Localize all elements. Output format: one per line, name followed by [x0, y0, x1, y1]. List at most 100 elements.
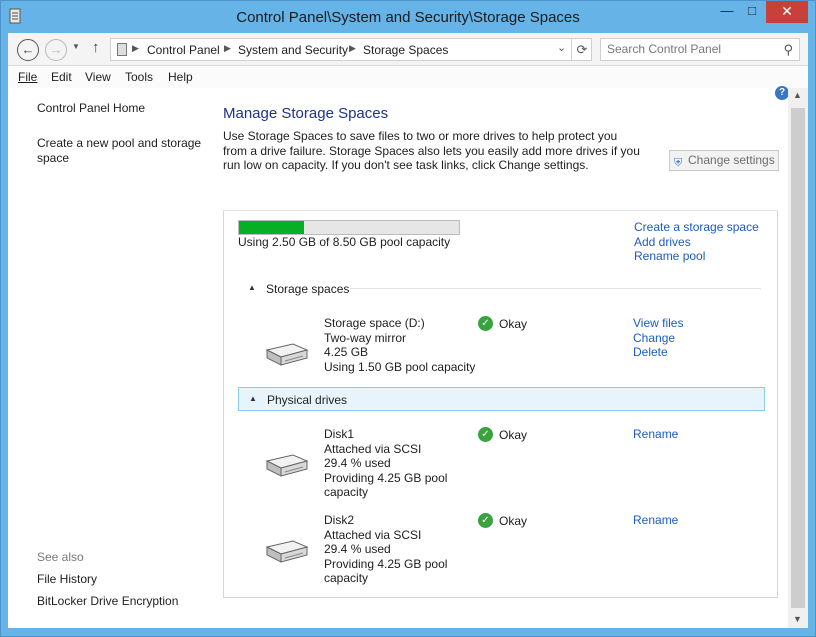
search-input[interactable] [607, 42, 775, 56]
search-box[interactable]: ⚲ [600, 38, 800, 61]
title-bar: Control Panel\System and Security\Storag… [1, 1, 815, 33]
menu-help[interactable]: Help [168, 70, 193, 84]
collapse-triangle-icon[interactable]: ▲ [249, 394, 257, 403]
status-text: Okay [499, 427, 528, 442]
disk-used: 29.4 % used [324, 456, 391, 470]
checkmark-icon: ✓ [478, 316, 493, 332]
pool-usage-text: Using 2.50 GB of 8.50 GB pool capacity [238, 235, 451, 249]
menu-tools[interactable]: Tools [125, 70, 153, 84]
hard-drive-icon [265, 343, 309, 366]
chevron-down-icon[interactable]: ⌄ [557, 41, 566, 54]
vertical-scrollbar[interactable]: ▲ ▼ [788, 88, 808, 628]
pool-capacity-progress-fill [239, 221, 304, 234]
chevron-right-icon[interactable]: ▶ [224, 43, 231, 54]
shield-icon: ⛨ [674, 157, 683, 169]
change-settings-button[interactable]: ⛨ Change settings [669, 150, 779, 171]
status-text: Okay [499, 513, 528, 528]
storage-pool-panel: Using 2.50 GB of 8.50 GB pool capacity C… [223, 210, 778, 598]
maximize-button[interactable]: □ [741, 1, 763, 23]
storage-space-type: Two-way mirror [324, 330, 407, 345]
change-link[interactable]: Change [633, 331, 683, 346]
storage-space-links: View files Change Delete [633, 316, 683, 360]
disk-status: ✓ Okay [478, 513, 528, 529]
rename-disk-link[interactable]: Rename [633, 427, 678, 442]
menu-tools-label: Tools [125, 70, 154, 84]
control-panel-small-icon [117, 43, 127, 56]
rename-pool-link[interactable]: Rename pool [634, 249, 759, 264]
back-arrow-icon[interactable]: ← [17, 39, 39, 61]
view-files-link[interactable]: View files [633, 316, 683, 331]
search-icon[interactable]: ⚲ [783, 42, 793, 58]
scroll-down-arrow-icon[interactable]: ▼ [793, 614, 802, 624]
storage-space-item[interactable]: Storage space (D:) Two-way mirror 4.25 G… [238, 316, 765, 398]
physical-drives-heading: Physical drives [267, 393, 348, 407]
status-text: Okay [499, 316, 528, 331]
collapse-triangle-icon[interactable]: ▲ [248, 283, 256, 292]
pool-capacity-progress-bar [238, 220, 460, 235]
content-area: Control Panel Home Create a new pool and… [8, 86, 808, 628]
disk-status: ✓ Okay [478, 427, 528, 443]
address-bar[interactable]: ▶ Control Panel ▶ System and Security ▶ … [110, 38, 592, 61]
scroll-up-arrow-icon[interactable]: ▲ [793, 90, 802, 100]
chevron-right-icon[interactable]: ▶ [132, 43, 139, 54]
close-button[interactable]: ✕ [766, 1, 808, 23]
hard-drive-icon [265, 540, 309, 563]
rename-disk-link[interactable]: Rename [633, 513, 678, 528]
main-pane: Manage Storage Spaces Use Storage Spaces… [208, 88, 788, 628]
disk-used: 29.4 % used [324, 542, 391, 556]
disk-details: Disk1 Attached via SCSI 29.4 % used Prov… [324, 427, 447, 500]
disk-name: Disk1 [324, 427, 355, 441]
disk-attached: Attached via SCSI [324, 527, 422, 542]
storage-spaces-section-header[interactable]: ▲ Storage spaces [238, 277, 765, 301]
add-drives-link[interactable]: Add drives [634, 235, 759, 250]
control-panel-home-link[interactable]: Control Panel Home [37, 101, 145, 116]
disk-attached: Attached via SCSI [324, 441, 422, 456]
storage-space-status: ✓ Okay [478, 316, 528, 332]
recent-locations-dropdown-icon[interactable]: ▼ [72, 42, 80, 51]
scroll-thumb[interactable] [791, 108, 805, 608]
physical-drive-item[interactable]: Disk2 Attached via SCSI 29.4 % used Prov… [238, 513, 765, 595]
bitlocker-link[interactable]: BitLocker Drive Encryption [37, 594, 178, 609]
up-arrow-icon[interactable]: ↑ [92, 39, 100, 56]
disk-name: Disk2 [324, 513, 355, 527]
disk-links: Rename [633, 513, 678, 528]
menu-file[interactable]: File [18, 70, 37, 84]
menu-view[interactable]: View [85, 70, 111, 84]
chevron-right-icon[interactable]: ▶ [349, 43, 356, 54]
window-title: Control Panel\System and Security\Storag… [236, 9, 580, 26]
menu-edit[interactable]: Edit [51, 70, 72, 84]
change-settings-label: Change settings [688, 153, 775, 167]
create-pool-link[interactable]: Create a new pool and storage space [37, 136, 202, 166]
physical-drive-item[interactable]: Disk1 Attached via SCSI 29.4 % used Prov… [238, 427, 765, 509]
storage-space-size: 4.25 GB [324, 345, 369, 359]
storage-space-usage: Using 1.50 GB pool capacity [324, 359, 476, 374]
disk-providing-cont: capacity [324, 485, 369, 499]
pool-task-links: Create a storage space Add drives Rename… [634, 220, 759, 264]
breadcrumb-control-panel[interactable]: Control Panel [147, 43, 220, 57]
menu-edit-label: Edit [51, 70, 72, 84]
breadcrumb-system-and-security[interactable]: System and Security [238, 43, 348, 57]
create-storage-space-link[interactable]: Create a storage space [634, 220, 759, 235]
disk-details: Disk2 Attached via SCSI 29.4 % used Prov… [324, 513, 447, 586]
left-pane: Control Panel Home Create a new pool and… [8, 88, 208, 628]
breadcrumb-storage-spaces[interactable]: Storage Spaces [363, 43, 448, 57]
storage-space-name: Storage space (D:) [324, 316, 425, 330]
checkmark-icon: ✓ [478, 427, 493, 443]
disk-providing: Providing 4.25 GB pool [324, 556, 448, 571]
hard-drive-icon [265, 454, 309, 477]
checkmark-icon: ✓ [478, 513, 493, 529]
window: Control Panel\System and Security\Storag… [0, 0, 816, 637]
delete-link[interactable]: Delete [633, 345, 683, 360]
help-icon[interactable]: ? [775, 86, 789, 100]
file-history-link[interactable]: File History [37, 572, 97, 587]
menu-help-label: Help [168, 70, 193, 84]
refresh-icon[interactable]: ⟳ [571, 39, 592, 60]
menu-file-label: File [18, 70, 38, 84]
minimize-button[interactable]: — [713, 1, 741, 23]
physical-drives-section-header[interactable]: ▲ Physical drives [238, 387, 765, 411]
disk-providing: Providing 4.25 GB pool [324, 470, 448, 485]
forward-arrow-icon[interactable]: → [45, 39, 67, 61]
page-title: Manage Storage Spaces [223, 105, 389, 122]
storage-spaces-heading: Storage spaces [266, 282, 350, 296]
section-divider [350, 288, 761, 289]
